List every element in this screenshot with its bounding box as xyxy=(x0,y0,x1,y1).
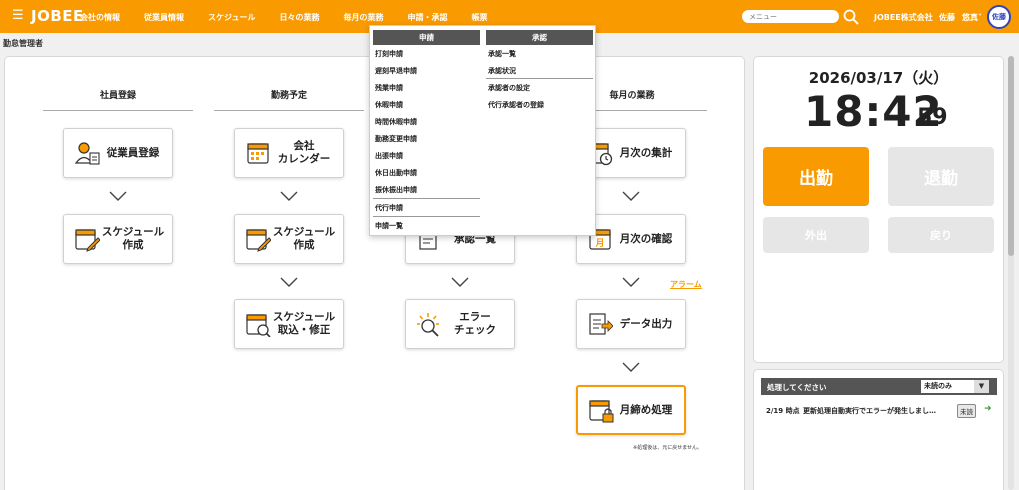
menu-item-proxy-request[interactable]: 代行申請 xyxy=(375,203,403,213)
menu-item-approver-settings[interactable]: 承認者の設定 xyxy=(488,83,530,93)
alarm-link[interactable]: アラーム xyxy=(670,279,702,290)
menu-item-substitute-holiday-request[interactable]: 振休振出申請 xyxy=(375,185,417,195)
menu-item-overtime-request[interactable]: 残業申請 xyxy=(375,83,403,93)
nav-request-approval[interactable]: 申請・承認 xyxy=(407,12,447,23)
schedule-import-tile[interactable]: スケジュール 取込・修正 xyxy=(234,299,344,349)
company-name: JOBEE株式会社 xyxy=(874,13,933,22)
scrollbar-thumb[interactable] xyxy=(1008,56,1014,256)
nav-company-info[interactable]: 会社の情報 xyxy=(80,12,120,23)
nav-daily-work[interactable]: 日々の業務 xyxy=(279,12,319,23)
column-divider xyxy=(43,110,193,111)
menu-item-leave-request[interactable]: 休暇申請 xyxy=(375,100,403,110)
go-out-button[interactable]: 外出 xyxy=(763,217,869,253)
breadcrumb: 勤怠管理者 xyxy=(3,39,43,48)
column-header-schedule: 勤務予定 xyxy=(270,91,307,101)
tile-label: スケジュール 取込・修正 xyxy=(272,311,336,336)
tile-label: スケジュール 作成 xyxy=(272,226,336,251)
clock-date: 2026/03/17（火） xyxy=(808,69,949,87)
task-message[interactable]: 更新処理自動実行でエラーが発生しまし… xyxy=(803,406,936,416)
task-date: 2/19 時点 xyxy=(766,407,800,415)
nav-schedule[interactable]: スケジュール xyxy=(208,12,255,23)
error-search-icon xyxy=(417,313,439,337)
task-row[interactable]: 2/19 時点 更新処理自動実行でエラーが発生しまし… 未読 ➜ xyxy=(766,404,996,418)
chevron-down-icon xyxy=(451,277,469,287)
schedule-pencil-icon xyxy=(75,229,100,252)
menu-item-approval-status[interactable]: 承認状況 xyxy=(488,66,516,76)
dropdown-header-request: 申請 xyxy=(373,30,480,45)
svg-text:月: 月 xyxy=(594,238,604,249)
menu-item-approval-list[interactable]: 承認一覧 xyxy=(488,49,516,59)
schedule-create-tile-2[interactable]: スケジュール 作成 xyxy=(234,214,344,264)
tile-label: エラー チェック xyxy=(454,311,496,336)
menu-search-input[interactable] xyxy=(742,10,839,23)
employee-register-tile[interactable]: 従業員登録 xyxy=(63,128,173,178)
menu-item-holiday-work-request[interactable]: 休日出勤申請 xyxy=(375,168,417,178)
menu-item-proxy-approver-register[interactable]: 代行承認者の登録 xyxy=(488,100,544,110)
error-check-tile[interactable]: エラー チェック xyxy=(405,299,515,349)
avatar[interactable]: 佐藤 xyxy=(987,5,1011,29)
menu-divider xyxy=(486,78,593,79)
calendar-icon xyxy=(247,143,269,164)
schedule-create-tile[interactable]: スケジュール 作成 xyxy=(63,214,173,264)
document-export-icon xyxy=(589,313,613,335)
task-header: 処理してください 未読のみ ▼ xyxy=(761,378,997,395)
chevron-down-icon xyxy=(109,191,127,201)
tile-label: 月次の確認 xyxy=(619,232,673,245)
chevron-down-icon: ˅ xyxy=(978,13,982,22)
filter-dropdown-icon[interactable]: ▼ xyxy=(974,380,989,393)
column-header-employee: 社員登録 xyxy=(99,91,136,101)
arrow-right-icon[interactable]: ➜ xyxy=(984,404,992,414)
search-icon[interactable] xyxy=(843,9,859,25)
menu-divider xyxy=(373,216,480,217)
tile-label: データ出力 xyxy=(619,317,673,330)
clock-seconds: 59 xyxy=(917,105,948,130)
month-close-tile[interactable]: 月締め処理 xyxy=(576,385,686,435)
user-menu[interactable]: 悠真˅ xyxy=(962,12,982,23)
clock-in-button[interactable]: 出勤 xyxy=(763,147,869,206)
chevron-down-icon xyxy=(622,362,640,372)
menu-divider xyxy=(373,198,480,199)
timeclock-panel: 2026/03/17（火） 18:42 59 出勤 退勤 外出 戻り xyxy=(753,56,1004,363)
chevron-down-icon xyxy=(280,191,298,201)
menu-item-late-early-request[interactable]: 遅刻早退申請 xyxy=(375,66,417,76)
chevron-down-icon xyxy=(622,191,640,201)
column-divider xyxy=(214,110,364,111)
tile-label: 月締め処理 xyxy=(619,403,673,416)
dropdown-header-approval: 承認 xyxy=(486,30,593,45)
nav-reports[interactable]: 帳票 xyxy=(471,12,487,23)
return-button[interactable]: 戻り xyxy=(888,217,994,253)
employee-card-icon xyxy=(74,142,100,165)
tile-label: 会社 カレンダー xyxy=(277,140,331,165)
nav-employee-info[interactable]: 従業員情報 xyxy=(144,12,184,23)
task-panel: 処理してください 未読のみ ▼ 2/19 時点 更新処理自動実行でエラーが発生し… xyxy=(753,369,1004,490)
schedule-pencil-icon xyxy=(246,229,271,252)
schedule-search-icon xyxy=(246,314,271,337)
chevron-down-icon xyxy=(280,277,298,287)
user-given-name: 悠真 xyxy=(962,13,978,22)
tile-label: スケジュール 作成 xyxy=(101,226,165,251)
request-approval-dropdown: 申請 承認 打刻申請 遅刻早退申請 残業申請 休暇申請 時間休暇申請 勤務変更申… xyxy=(369,25,596,236)
logo[interactable]: JOBEE xyxy=(31,7,84,25)
task-title: 処理してください xyxy=(767,383,827,392)
clock-out-button[interactable]: 退勤 xyxy=(888,147,994,206)
tile-label: 月次の集計 xyxy=(619,146,673,159)
month-close-note: ※処理後は、元に戻せません。 xyxy=(633,445,703,451)
hamburger-icon[interactable]: ☰ xyxy=(12,9,24,23)
main-nav: 会社の情報 従業員情報 スケジュール 日々の業務 毎月の業務 申請・承認 帳票 xyxy=(80,12,511,23)
unread-filter-select[interactable]: 未読のみ xyxy=(921,380,975,393)
nav-monthly-work[interactable]: 毎月の業務 xyxy=(343,12,383,23)
menu-item-shift-change-request[interactable]: 勤務変更申請 xyxy=(375,134,417,144)
data-output-tile[interactable]: データ出力 xyxy=(576,299,686,349)
tile-label: 従業員登録 xyxy=(106,146,160,159)
calendar-lock-icon xyxy=(589,400,614,423)
chevron-down-icon xyxy=(622,277,640,287)
unread-badge: 未読 xyxy=(957,404,976,418)
menu-item-business-trip-request[interactable]: 出張申請 xyxy=(375,151,403,161)
page-scrollbar[interactable] xyxy=(1008,56,1014,490)
menu-item-request-list[interactable]: 申請一覧 xyxy=(375,221,403,231)
menu-item-hourly-leave-request[interactable]: 時間休暇申請 xyxy=(375,117,417,127)
menu-item-clock-request[interactable]: 打刻申請 xyxy=(375,49,403,59)
user-name: 佐藤 xyxy=(939,13,955,22)
company-calendar-tile[interactable]: 会社 カレンダー xyxy=(234,128,344,178)
